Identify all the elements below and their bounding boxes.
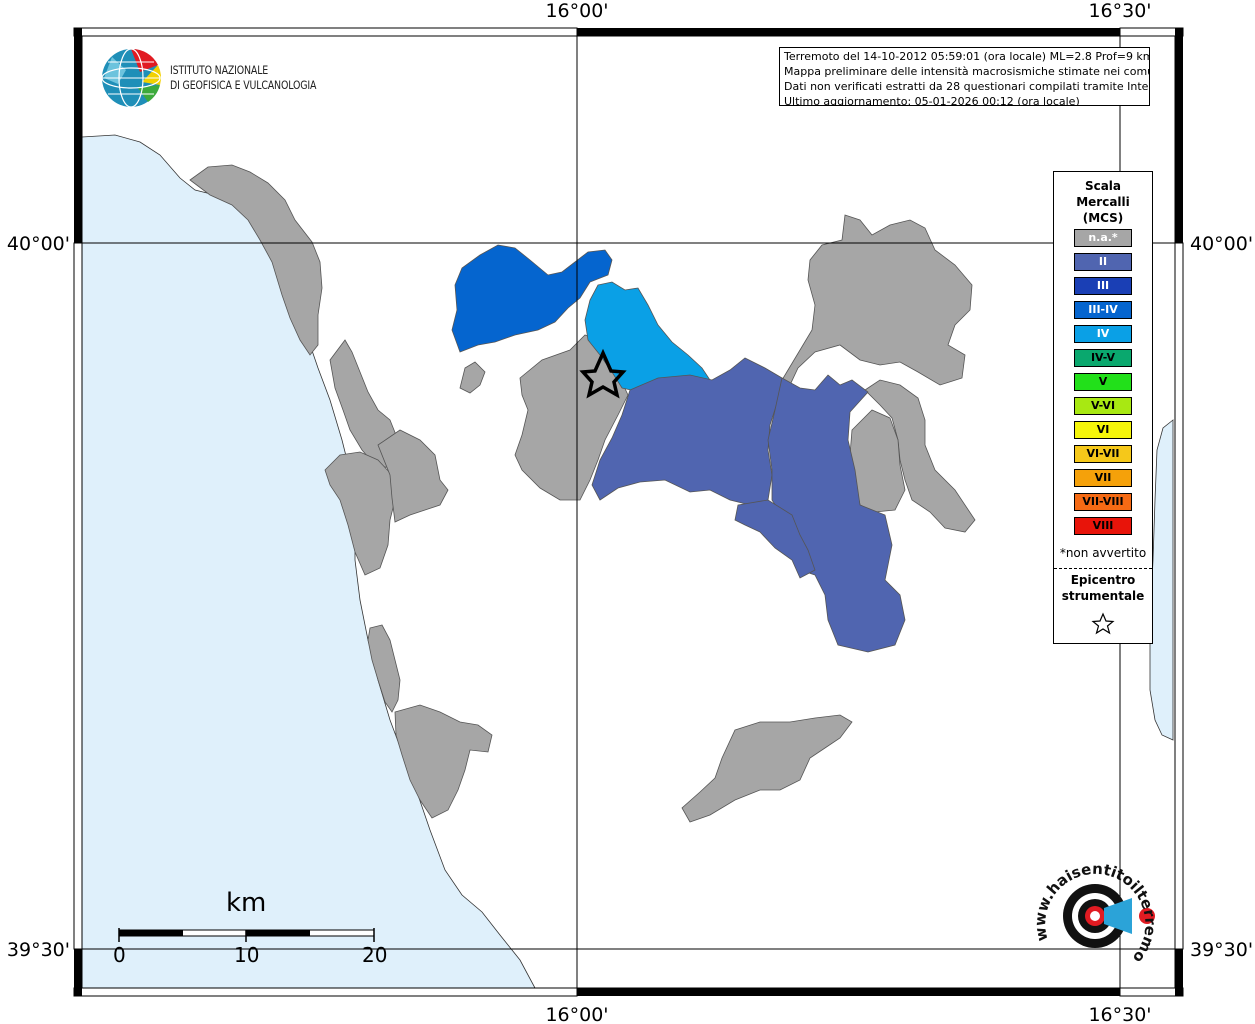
legend-title-line3: (MCS) (1082, 211, 1124, 225)
info-line-source: Dati non verificati estratti da 28 quest… (784, 80, 1150, 93)
scale-label-0: 0 (113, 943, 126, 967)
legend-swatch: V (1074, 373, 1132, 391)
lon-label-bottom-16-00: 16°00' (545, 1004, 608, 1024)
legend-title: Scala Mercalli (MCS) (1054, 178, 1152, 226)
municipality-na (681, 714, 853, 823)
sea-area-east (1149, 419, 1174, 741)
lat-label-left-39-30: 39°30' (7, 939, 70, 961)
intensity-legend: Scala Mercalli (MCS) n.a.* II III III-IV IV I… (1053, 171, 1153, 644)
legend-swatch: VI (1074, 421, 1132, 439)
legend-separator (1054, 568, 1152, 569)
lon-label-top-16-30: 16°30' (1088, 0, 1151, 22)
legend-swatch: IV-V (1074, 349, 1132, 367)
legend-swatch: V-VI (1074, 397, 1132, 415)
legend-swatch: III (1074, 277, 1132, 295)
legend-epicenter-label: Epicentro strumentale (1054, 572, 1152, 604)
info-line-updated: Ultimo aggiornamento: 05-01-2026 00:12 (… (784, 95, 1080, 106)
municipality-na (781, 214, 973, 386)
frame-right (1174, 28, 1184, 996)
scale-unit-label: km (226, 888, 267, 918)
legend-swatch: n.a.* (1074, 229, 1132, 247)
earthquake-info-box: Terremoto del 14-10-2012 05:59:01 (ora l… (779, 47, 1150, 106)
legend-epicenter-line1: Epicentro (1070, 573, 1136, 587)
lon-label-top-16-00: 16°00' (545, 0, 608, 22)
legend-swatch: VI-VII (1074, 445, 1132, 463)
municipality-na (459, 361, 486, 394)
ingv-name-line2: DI GEOFISICA E VULCANOLOGIA (170, 78, 317, 92)
lat-label-right-39-30: 39°30' (1190, 939, 1253, 961)
ingv-logo-text: ISTITUTO NAZIONALE DI GEOFISICA E VULCAN… (170, 63, 316, 93)
lon-label-bottom-16-30: 16°30' (1088, 1004, 1151, 1024)
legend-note: *non avvertito (1059, 546, 1147, 560)
lat-label-left-40-00: 40°00' (7, 233, 70, 255)
info-line-description: Mappa preliminare delle intensità macros… (784, 65, 1150, 78)
frame-top (73, 27, 1184, 37)
legend-swatch: III-IV (1074, 301, 1132, 319)
legend-title-line1: Scala (1084, 179, 1122, 193)
legend-swatch: IV (1074, 325, 1132, 343)
star-icon (1091, 612, 1115, 635)
scale-label-10: 10 (234, 943, 260, 967)
legend-swatch: VIII (1074, 517, 1132, 535)
info-line-event: Terremoto del 14-10-2012 05:59:01 (ora l… (784, 50, 1150, 63)
legend-swatch: II (1074, 253, 1132, 271)
scale-label-20: 20 (362, 943, 388, 967)
globe-icon (101, 48, 161, 108)
legend-title-line2: Mercalli (1076, 195, 1130, 209)
ingv-name-line1: ISTITUTO NAZIONALE (170, 63, 269, 77)
legend-swatch: VII-VIII (1074, 493, 1132, 511)
lat-label-right-40-00: 40°00' (1190, 233, 1253, 255)
frame-left (73, 28, 83, 996)
legend-swatch: VII (1074, 469, 1132, 487)
frame-bottom (73, 987, 1184, 997)
legend-epicenter-line2: strumentale (1061, 589, 1145, 603)
